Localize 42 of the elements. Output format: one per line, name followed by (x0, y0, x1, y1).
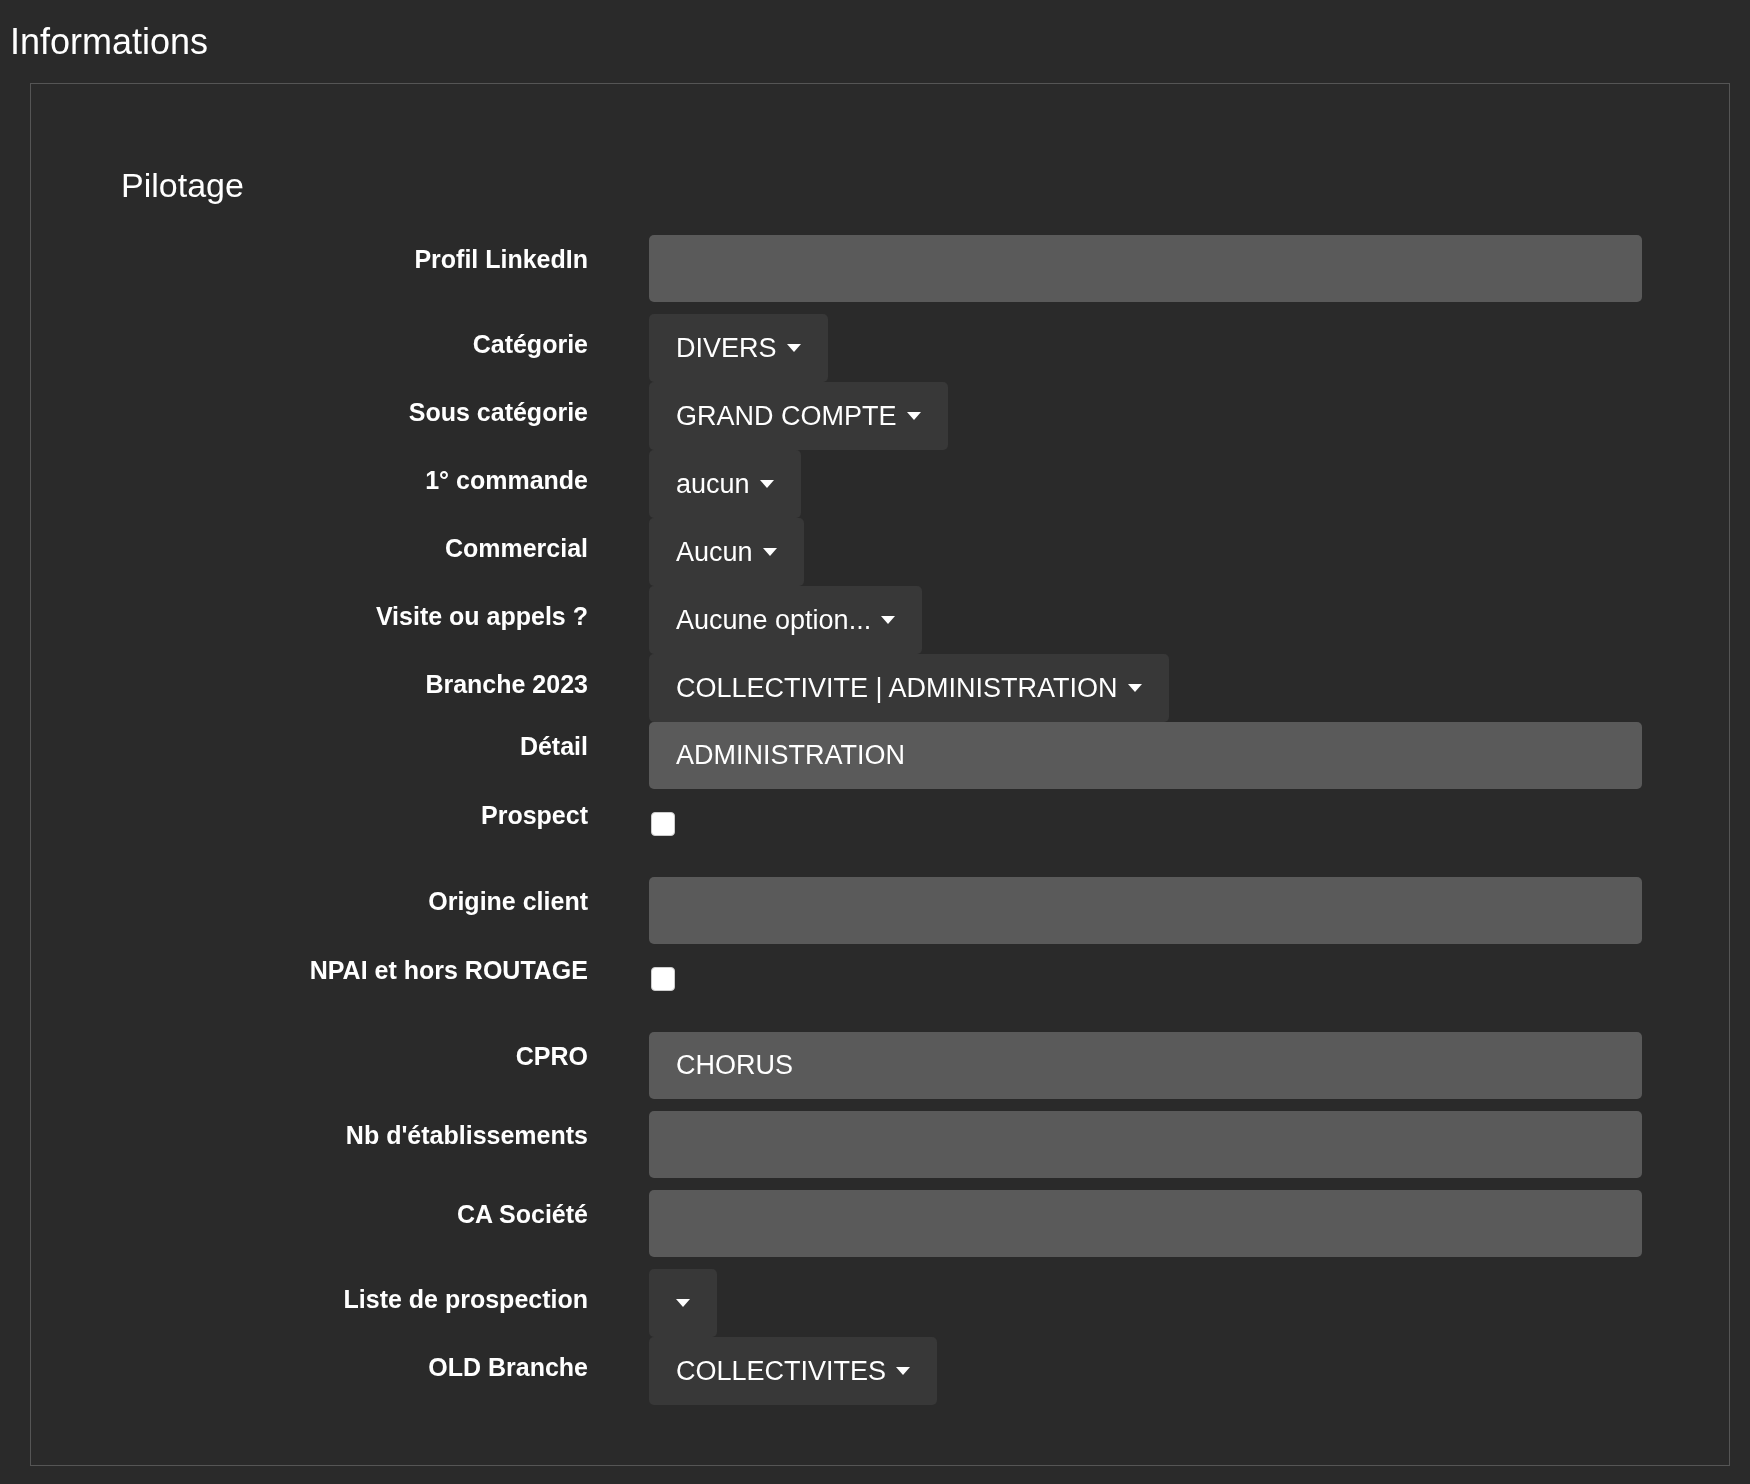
text-field[interactable] (649, 877, 1642, 945)
field-label: Catégorie (472, 329, 588, 360)
section-title: Pilotage (121, 166, 245, 206)
field-label: 1° commande (425, 465, 588, 496)
checkbox[interactable] (651, 812, 675, 837)
caret-icon (762, 548, 777, 557)
dropdown-button[interactable]: COLLECTIVITES (649, 1337, 938, 1406)
caret-icon (786, 344, 801, 353)
dropdown-button[interactable]: Aucun (649, 518, 804, 587)
field-label: Prospect (481, 801, 588, 831)
text-field[interactable] (649, 235, 1642, 303)
field-label: Commercial (444, 533, 588, 564)
field-label: Nb d'établissements (345, 1120, 588, 1151)
field-label: Détail (519, 731, 588, 762)
caret-icon (1127, 684, 1142, 693)
field-label: CPRO (515, 1041, 588, 1072)
dropdown-button[interactable]: DIVERS (649, 314, 828, 383)
dropdown-button[interactable] (649, 1269, 717, 1338)
caret-icon (676, 1299, 690, 1308)
dropdown-button[interactable]: aucun (649, 450, 801, 519)
dropdown-button[interactable]: COLLECTIVITE | ADMINISTRATION (649, 654, 1169, 723)
field-label: NPAI et hors ROUTAGE (309, 956, 588, 986)
text-field[interactable]: ADMINISTRATION (649, 722, 1642, 790)
text-field[interactable] (649, 1190, 1642, 1258)
caret-icon (906, 412, 921, 421)
field-label: CA Société (456, 1199, 588, 1230)
field-label: Sous catégorie (408, 397, 588, 428)
field-label: Profil LinkedIn (414, 244, 588, 275)
dropdown-button[interactable]: Aucune option... (649, 586, 923, 655)
text-field[interactable] (649, 1111, 1642, 1179)
text-field[interactable]: CHORUS (649, 1032, 1642, 1100)
field-label: OLD Branche (428, 1352, 588, 1383)
caret-icon (881, 616, 896, 625)
checkbox[interactable] (651, 967, 675, 992)
field-label: Visite ou appels ? (375, 601, 588, 632)
field-label: Liste de prospection (343, 1284, 588, 1315)
field-label: Branche 2023 (425, 669, 588, 700)
caret-icon (896, 1367, 911, 1376)
caret-icon (759, 480, 774, 489)
page-title: Informations (10, 20, 210, 64)
field-label: Origine client (428, 886, 588, 917)
dropdown-button[interactable]: GRAND COMPTE (649, 382, 948, 451)
